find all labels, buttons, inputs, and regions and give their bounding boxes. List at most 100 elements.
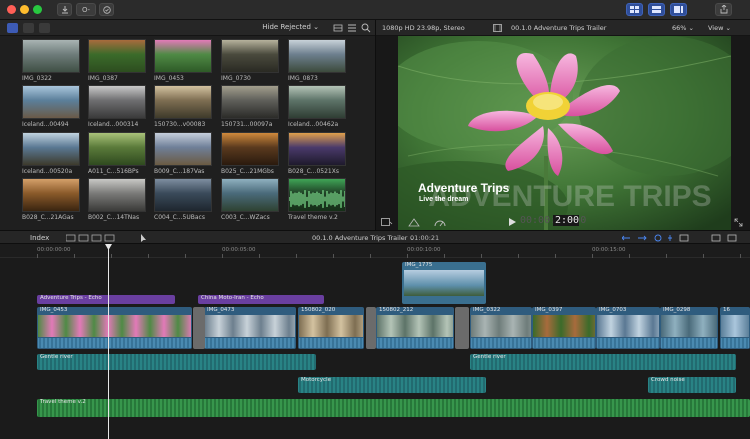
audio-clip[interactable]: Gentle river <box>37 354 316 370</box>
layout-browser-button[interactable] <box>626 3 643 16</box>
title-clip[interactable]: Adventure Trips - Echo <box>37 295 175 304</box>
keywords-button[interactable]: O‑ <box>76 3 96 16</box>
timeline-tracks[interactable]: IMG_1775 Adventure Trips - Echo China Moto… <box>0 258 750 439</box>
view-dropdown[interactable]: View ⌄ <box>708 24 731 32</box>
layout-inspector-button[interactable] <box>670 3 687 16</box>
storyline-clip[interactable]: 150802_212 <box>376 307 454 349</box>
audio-clip-label: Motorcycle <box>301 377 331 383</box>
title-clip-label: Adventure Trips - Echo <box>40 295 102 301</box>
close-window-button[interactable] <box>7 5 16 14</box>
storyline-clip[interactable]: IMG_0397 <box>532 307 596 349</box>
layout-timeline-button[interactable] <box>648 3 665 16</box>
title-clip[interactable]: China Moto-Iran - Echo <box>198 295 324 304</box>
storyline-clip[interactable]: IMG_0453 <box>37 307 192 349</box>
clip-thumbnail[interactable] <box>22 85 80 119</box>
storyline-clip[interactable]: IMG_0703 <box>596 307 660 349</box>
photos-audio-icon[interactable] <box>23 23 34 33</box>
clip-label: B025_C...21MGbs <box>221 168 274 175</box>
search-icon[interactable] <box>361 23 371 33</box>
select-tool-icon[interactable] <box>140 234 154 242</box>
clip-thumbnail[interactable] <box>22 178 80 212</box>
clip-thumbnail[interactable] <box>22 132 80 166</box>
video-frame: ADVENTURE TRIPS Adventure Trips Live the… <box>398 36 731 231</box>
download-icon <box>61 5 68 13</box>
transition[interactable] <box>455 307 469 349</box>
clip-appearance-icon[interactable] <box>333 23 343 33</box>
clip-thumbnail[interactable] <box>154 39 212 73</box>
storyline-clip[interactable]: IMG_0298 <box>660 307 718 349</box>
clip-thumbnail[interactable] <box>154 85 212 119</box>
libraries-icon[interactable] <box>7 23 18 33</box>
titles-generators-icon[interactable] <box>39 23 50 33</box>
project-name: 00.1.0 Adventure Trips Trailer <box>511 24 607 32</box>
storyline-clip-label: IMG_0453 <box>40 307 68 313</box>
key-icon: O‑ <box>81 5 91 14</box>
clip-thumbnail[interactable] <box>221 132 279 166</box>
storyline-clip[interactable]: 16 <box>720 307 750 349</box>
clip-thumbnail[interactable] <box>288 39 346 73</box>
audio-clip[interactable]: Motorcycle <box>298 377 486 393</box>
clip-thumbnail[interactable] <box>88 132 146 166</box>
clip-thumbnail[interactable] <box>88 39 146 73</box>
playhead[interactable] <box>108 244 109 439</box>
timeline-controls-icon[interactable] <box>622 234 740 242</box>
film-icon <box>493 24 502 32</box>
timeline-project-dropdown[interactable]: 00.1.0 Adventure Trips Trailer ⌄ <box>312 234 415 242</box>
connected-clip[interactable]: IMG_1775 <box>402 262 486 304</box>
transform-icon[interactable] <box>381 218 393 227</box>
audio-clip[interactable]: Crowd noise <box>648 377 736 393</box>
inspector-layout-icon <box>674 6 683 13</box>
timecode-display[interactable]: 2:00 <box>553 215 580 226</box>
share-button[interactable] <box>715 3 732 16</box>
clip-label: IMG_0873 <box>288 75 318 82</box>
filter-dropdown[interactable]: Hide Rejected ⌄ <box>262 23 319 31</box>
title-bar: O‑ <box>0 0 750 20</box>
fullscreen-icon[interactable] <box>734 218 743 227</box>
music-clip-label: Travel theme v.2 <box>40 399 86 405</box>
minimize-window-button[interactable] <box>20 5 29 14</box>
storyline-clip[interactable]: 150802_020 <box>298 307 364 349</box>
clip-label: Travel theme v.2 <box>288 214 338 221</box>
clip-thumbnail[interactable] <box>288 178 346 212</box>
clip-thumbnail[interactable] <box>221 85 279 119</box>
edit-buttons-icon[interactable] <box>66 234 116 242</box>
list-view-icon[interactable] <box>347 23 357 33</box>
clip-thumbnail[interactable] <box>288 132 346 166</box>
audio-waveform <box>205 338 295 348</box>
transition[interactable] <box>366 307 376 349</box>
clip-thumbnail[interactable] <box>288 85 346 119</box>
play-icon[interactable] <box>508 218 516 226</box>
music-clip[interactable]: Travel theme v.2 <box>37 399 750 417</box>
audio-waveform <box>299 338 363 348</box>
clip-thumbnail[interactable] <box>88 85 146 119</box>
audio-clip[interactable]: Gentle river <box>470 354 736 370</box>
audio-clip-label: Gentle river <box>40 354 73 360</box>
storyline-clip[interactable]: IMG_0473 <box>204 307 296 349</box>
clip-thumbnail[interactable] <box>221 178 279 212</box>
storyline-clip-label: IMG_0703 <box>599 307 627 313</box>
clip-filmstrip <box>38 315 191 337</box>
clip-filmstrip <box>299 315 363 337</box>
clip-thumbnail[interactable] <box>88 178 146 212</box>
clip-thumbnail[interactable] <box>22 39 80 73</box>
speed-icon[interactable] <box>434 218 446 227</box>
zoom-window-button[interactable] <box>33 5 42 14</box>
clip-thumbnail[interactable] <box>154 132 212 166</box>
storyline-clip-label: IMG_0397 <box>535 307 563 313</box>
index-button[interactable]: Index <box>30 234 49 242</box>
background-tasks-button[interactable] <box>99 3 114 16</box>
clip-thumbnail[interactable] <box>221 39 279 73</box>
title-clip-label: China Moto-Iran - Echo <box>201 295 264 301</box>
audio-clip-label: Crowd noise <box>651 377 685 383</box>
clip-label: IMG_0730 <box>221 75 251 82</box>
clip-thumbnail[interactable] <box>154 178 212 212</box>
storyline-clip[interactable]: IMG_0322 <box>470 307 532 349</box>
zoom-dropdown[interactable]: 66% ⌄ <box>672 24 694 32</box>
audio-waveform <box>377 338 453 348</box>
enhance-icon[interactable] <box>408 218 420 227</box>
transition[interactable] <box>193 307 205 349</box>
timeline-ruler[interactable]: 00:00:00:00 00:00:05:00 00:00:10:00 00:00:1… <box>0 244 750 258</box>
storyline-clip-label: 150802_020 <box>301 307 336 313</box>
audio-waveform <box>661 338 717 348</box>
import-button[interactable] <box>57 3 72 16</box>
